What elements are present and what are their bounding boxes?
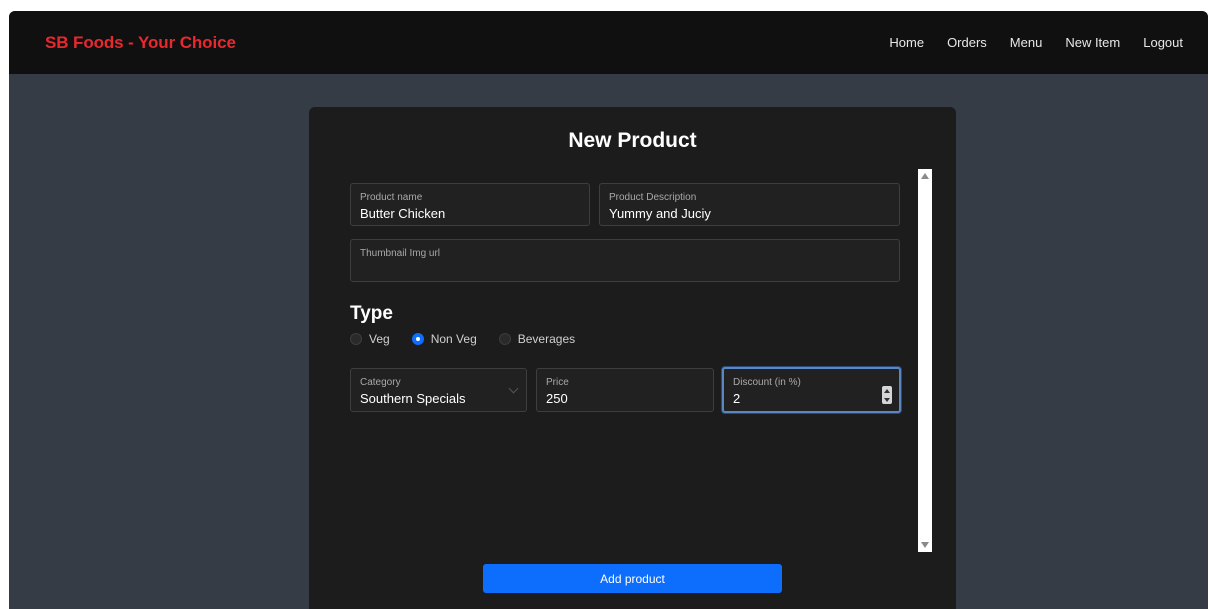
product-name-field[interactable]: Product name Butter Chicken [350, 183, 590, 226]
stepper-down-icon[interactable] [884, 397, 890, 402]
radio-veg[interactable]: Veg [350, 332, 390, 346]
radio-non-veg-label: Non Veg [430, 332, 477, 346]
price-field[interactable]: Price 250 [536, 368, 714, 412]
nav-link-menu[interactable]: Menu [1010, 35, 1043, 50]
thumbnail-url-label: Thumbnail Img url [360, 248, 441, 259]
category-value: Southern Specials [360, 391, 466, 406]
radio-veg-indicator[interactable] [350, 333, 362, 345]
category-label: Category [360, 377, 401, 388]
stepper-up-icon[interactable] [884, 388, 890, 393]
page-title: New Product [568, 129, 697, 152]
radio-beverages-label: Beverages [517, 332, 576, 346]
thumbnail-url-field[interactable]: Thumbnail Img url [350, 239, 900, 282]
radio-beverages[interactable]: Beverages [498, 332, 576, 346]
product-description-field[interactable]: Product Description Yummy and Juciy [599, 183, 900, 226]
category-select[interactable]: Category Southern Specials [350, 368, 527, 412]
discount-value: 2 [733, 391, 741, 406]
type-heading: Type [350, 303, 393, 324]
stepper-icon[interactable] [882, 386, 892, 404]
nav-link-orders[interactable]: Orders [947, 35, 987, 50]
product-description-label: Product Description [609, 192, 697, 203]
nav-link-logout[interactable]: Logout [1143, 35, 1183, 50]
nav-link-new-item[interactable]: New Item [1065, 35, 1120, 50]
product-name-value: Butter Chicken [360, 206, 446, 221]
price-value: 250 [546, 391, 568, 406]
discount-field[interactable]: Discount (in %) 2 [722, 367, 901, 413]
product-description-value: Yummy and Juciy [609, 206, 711, 221]
discount-label: Discount (in %) [733, 377, 801, 388]
navbar: SB Foods - Your Choice Home Orders Menu … [9, 11, 1208, 74]
product-name-label: Product name [360, 192, 423, 203]
new-product-card: New Product Product name Butter Chicken … [309, 107, 956, 609]
brand-logo[interactable]: SB Foods - Your Choice [45, 33, 236, 53]
triangle-up-icon[interactable] [921, 173, 929, 179]
form-scrollbar[interactable] [918, 169, 932, 552]
radio-veg-label: Veg [369, 332, 390, 346]
app-window: SB Foods - Your Choice Home Orders Menu … [9, 11, 1208, 609]
nav-link-home[interactable]: Home [889, 35, 924, 50]
triangle-down-icon[interactable] [921, 542, 929, 548]
type-radio-group: Veg Non Veg Beverages [350, 332, 597, 346]
nav-links: Home Orders Menu New Item Logout [866, 35, 1183, 50]
add-product-button[interactable]: Add product [483, 564, 782, 593]
radio-non-veg[interactable]: Non Veg [411, 332, 477, 346]
radio-beverages-indicator[interactable] [498, 333, 511, 345]
price-label: Price [546, 377, 569, 388]
radio-non-veg-indicator[interactable] [411, 333, 424, 345]
